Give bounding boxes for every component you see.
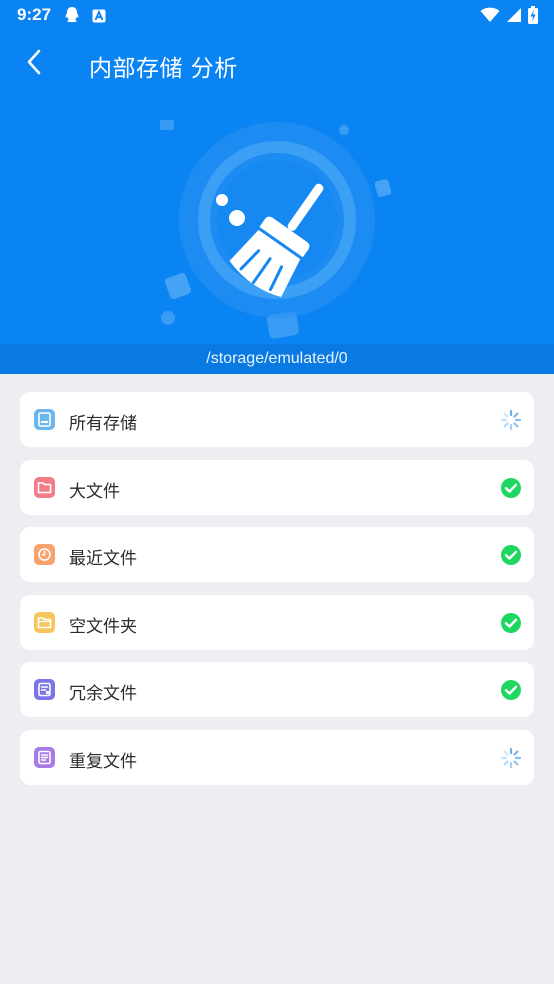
list-item-empty-folders[interactable]: 空文件夹 xyxy=(20,594,534,650)
duplicate-file-icon xyxy=(34,746,55,768)
list-item-all-storage[interactable]: 所有存储 xyxy=(20,392,534,447)
back-button[interactable] xyxy=(16,46,52,82)
clock-icon xyxy=(34,544,55,566)
status-time: 9:27 xyxy=(17,5,52,24)
list-item-redundant-files[interactable]: 冗余文件 xyxy=(20,662,534,718)
list-item-duplicate-files[interactable]: 重复文件 xyxy=(20,729,534,785)
path-bar: /storage/emulated/0 xyxy=(0,344,554,374)
storage-icon xyxy=(34,409,55,430)
font-a-icon xyxy=(92,8,106,27)
list-item-label: 空文件夹 xyxy=(69,616,137,637)
empty-folder-icon xyxy=(34,611,55,633)
check-circle-icon xyxy=(500,477,522,499)
list-item-large-files[interactable]: 大文件 xyxy=(20,459,534,515)
list-item-label: 所有存储 xyxy=(69,414,137,434)
wifi-icon xyxy=(480,7,500,27)
check-circle-icon xyxy=(500,544,522,566)
list-item-label: 大文件 xyxy=(69,481,120,502)
app-bar: 内部存储 分析 xyxy=(0,40,554,90)
storage-path: /storage/emulated/0 xyxy=(206,350,348,367)
list-item-label: 最近文件 xyxy=(69,549,137,570)
signal-icon xyxy=(506,7,522,27)
list-item-label: 冗余文件 xyxy=(69,684,137,705)
list-item-recent-files[interactable]: 最近文件 xyxy=(20,527,534,583)
check-circle-icon xyxy=(500,679,522,701)
list-item-label: 重复文件 xyxy=(69,751,137,772)
battery-charging-icon xyxy=(528,6,538,28)
redundant-file-icon xyxy=(34,679,55,701)
loading-spinner-icon xyxy=(500,409,522,431)
back-chevron-icon xyxy=(24,48,44,80)
header: 9:27 内部存储 分析 /storage/emulated/0 xyxy=(0,0,554,374)
status-bar: 9:27 xyxy=(0,0,554,30)
analysis-list: 所有存储 大文件 最近文件 空文件夹 冗余文件 重复文件 xyxy=(20,392,534,798)
check-circle-icon xyxy=(500,612,522,634)
page-title: 内部存储 分析 xyxy=(89,56,238,82)
qq-icon xyxy=(64,6,80,28)
folder-icon xyxy=(34,476,55,498)
cleaning-illustration xyxy=(0,100,554,340)
loading-spinner-icon xyxy=(500,747,522,769)
